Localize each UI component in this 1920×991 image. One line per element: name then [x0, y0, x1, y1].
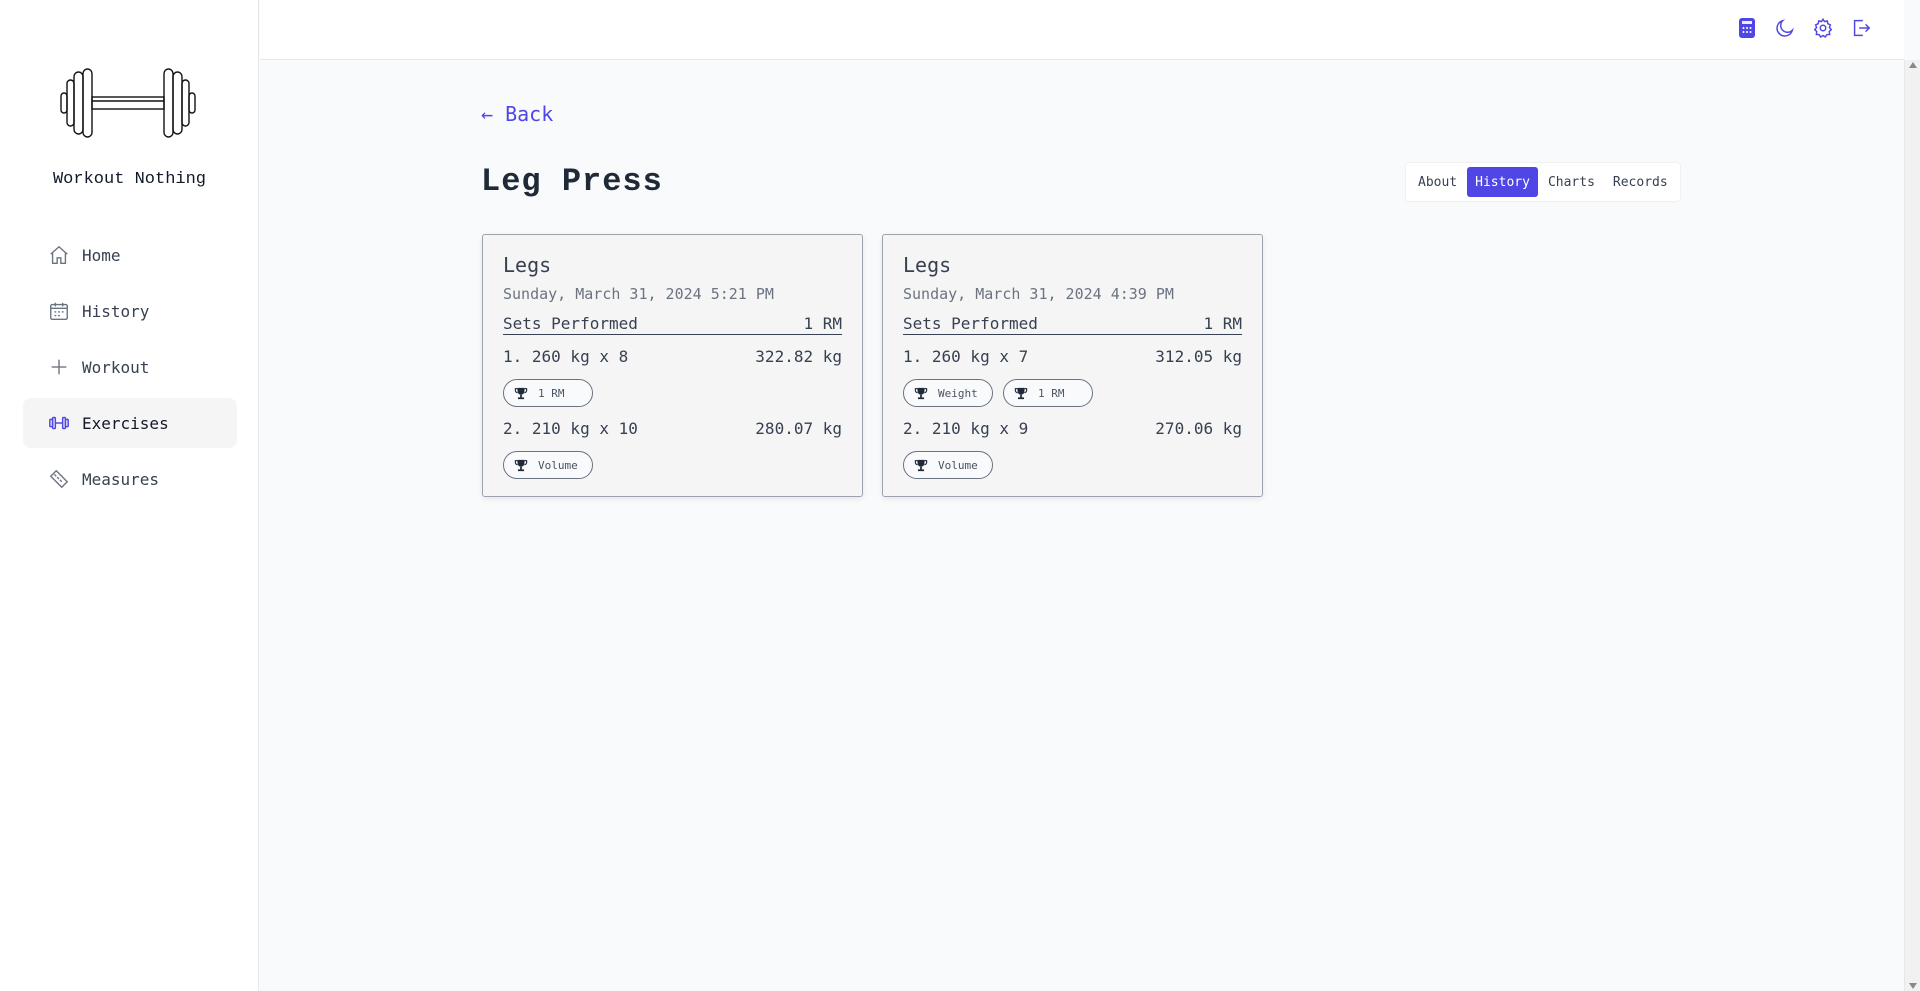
sidebar-item-history[interactable]: History [23, 286, 237, 336]
workout-card[interactable]: Legs Sunday, March 31, 2024 4:39 PM Sets… [882, 234, 1263, 497]
tab-records[interactable]: Records [1605, 167, 1676, 197]
sets-header: Sets Performed 1 RM [503, 314, 842, 335]
sidebar-item-workout[interactable]: Workout [23, 342, 237, 392]
set-row: 1. 260 kg x 7 312.05 kg [903, 347, 1242, 369]
sidebar-item-label: Workout [82, 357, 150, 377]
brand-name: Workout Nothing [52, 170, 207, 189]
moon-icon[interactable] [1774, 17, 1796, 39]
sidebar-item-home[interactable]: Home [23, 230, 237, 280]
workout-title: Legs [503, 253, 552, 277]
plus-icon [48, 356, 70, 378]
dumbbell-icon [48, 412, 70, 434]
tab-charts[interactable]: Charts [1540, 167, 1603, 197]
record-badge: Volume [903, 451, 993, 479]
set-label: 2. 210 kg x 9 [903, 419, 1029, 438]
record-badge-label: Volume [938, 458, 978, 472]
record-badge-label: Weight [938, 386, 978, 400]
workout-date: Sunday, March 31, 2024 4:39 PM [903, 285, 1174, 303]
record-badge: Weight [903, 379, 993, 407]
record-badges: Volume [503, 451, 842, 479]
record-badges: Volume [903, 451, 1242, 479]
record-badge: 1 RM [1003, 379, 1093, 407]
sets-header-label: Sets Performed [503, 314, 638, 333]
record-badge: 1 RM [503, 379, 593, 407]
trophy-icon [914, 459, 928, 472]
record-badge: Volume [503, 451, 593, 479]
trophy-icon [514, 459, 528, 472]
set-label: 1. 260 kg x 8 [503, 347, 629, 366]
top-bar [260, 0, 1904, 60]
record-badge-label: 1 RM [538, 386, 565, 400]
sidebar-item-label: Measures [82, 469, 160, 489]
trophy-icon [1014, 387, 1028, 400]
set-label: 1. 260 kg x 7 [903, 347, 1029, 366]
sidebar-item-label: History [82, 301, 150, 321]
gear-icon[interactable] [1812, 17, 1834, 39]
home-icon [48, 244, 70, 266]
ruler-icon [48, 468, 70, 490]
workout-date: Sunday, March 31, 2024 5:21 PM [503, 285, 774, 303]
trophy-icon [514, 387, 528, 400]
set-rm: 280.07 kg [755, 419, 842, 438]
workout-card[interactable]: Legs Sunday, March 31, 2024 5:21 PM Sets… [482, 234, 863, 497]
scrollbar[interactable] [1904, 60, 1920, 991]
record-badges: 1 RM [503, 379, 842, 407]
scroll-down-arrow-icon[interactable] [1909, 983, 1917, 989]
top-bar-actions [1736, 17, 1872, 39]
sidebar: Workout Nothing Home History Workout Exe… [0, 0, 259, 991]
trophy-icon [914, 387, 928, 400]
record-badge-label: Volume [538, 458, 578, 472]
set-rm: 270.06 kg [1155, 419, 1242, 438]
exercise-tabs: About History Charts Records [1405, 162, 1681, 202]
logout-icon[interactable] [1850, 17, 1872, 39]
tab-about[interactable]: About [1410, 167, 1465, 197]
set-row: 2. 210 kg x 10 280.07 kg [503, 419, 842, 441]
back-link[interactable]: ← Back [481, 102, 553, 126]
sidebar-item-label: Home [82, 245, 121, 265]
sets-header-label: Sets Performed [903, 314, 1038, 333]
set-row: 2. 210 kg x 9 270.06 kg [903, 419, 1242, 441]
scroll-up-arrow-icon[interactable] [1909, 62, 1917, 68]
set-label: 2. 210 kg x 10 [503, 419, 638, 438]
sets-header: Sets Performed 1 RM [903, 314, 1242, 335]
record-badge-label: 1 RM [1038, 386, 1065, 400]
rm-header-label: 1 RM [1203, 314, 1242, 333]
sidebar-item-label: Exercises [82, 413, 169, 433]
calculator-icon[interactable] [1736, 17, 1758, 39]
sidebar-item-exercises[interactable]: Exercises [23, 398, 237, 448]
set-rm: 312.05 kg [1155, 347, 1242, 366]
record-badges: Weight 1 RM [903, 379, 1242, 407]
set-rm: 322.82 kg [755, 347, 842, 366]
page-title: Leg Press [481, 163, 663, 200]
set-row: 1. 260 kg x 8 322.82 kg [503, 347, 842, 369]
sidebar-item-measures[interactable]: Measures [23, 454, 237, 504]
workout-title: Legs [903, 253, 952, 277]
sidebar-nav: Home History Workout Exercises Measures [23, 230, 237, 510]
tab-history[interactable]: History [1467, 167, 1538, 197]
dumbbell-logo-icon [60, 68, 196, 138]
calendar-icon [48, 300, 70, 322]
rm-header-label: 1 RM [803, 314, 842, 333]
